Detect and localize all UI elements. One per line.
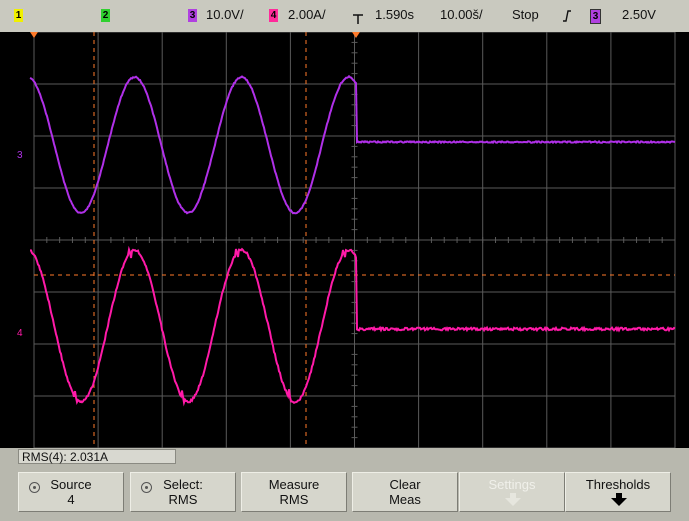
status-bar: 1 2 3 10.0V/ 4 2.00A/ 1.590s 10.00š/ Sto… [0, 0, 689, 32]
softkey-label: Clear [353, 478, 457, 492]
channel-3-indicator[interactable]: 3 [188, 9, 197, 22]
trigger-position-marker [352, 32, 360, 38]
channel-1-indicator[interactable]: 1 [14, 9, 23, 22]
down-arrow-icon [505, 498, 521, 506]
trigger-source-number: 3 [591, 10, 600, 23]
softkey-value: 4 [19, 493, 123, 507]
measure-rms-softkey[interactable]: Measure RMS [241, 472, 347, 512]
source-softkey[interactable]: Source 4 [18, 472, 124, 512]
softkey-bar: Source 4 Select: RMS Measure RMS Clear M… [0, 466, 689, 521]
channel-1-number: 1 [14, 9, 23, 22]
select-softkey[interactable]: Select: RMS [130, 472, 236, 512]
softkey-value: RMS [242, 493, 346, 507]
softkey-value: RMS [131, 493, 235, 507]
measurement-readout: RMS(4): 2.031A [18, 449, 176, 464]
softkey-label: Source [19, 478, 123, 492]
grid-lines [34, 32, 675, 448]
channel-3-number: 3 [188, 9, 197, 22]
clear-meas-softkey[interactable]: Clear Meas [352, 472, 458, 512]
trigger-level: 2.50V [622, 7, 656, 22]
softkey-label: Select: [131, 478, 235, 492]
channel-3-trace [30, 76, 675, 213]
channel-2-number: 2 [101, 9, 110, 22]
rising-edge-icon [562, 9, 572, 23]
channel-3-ground-marker: 3 [17, 150, 23, 161]
channel-3-scale: 10.0V/ [206, 7, 244, 22]
trigger-delay-icon [352, 12, 364, 26]
measurement-bar: RMS(4): 2.031A [0, 448, 689, 466]
channel-4-scale: 2.00A/ [288, 7, 326, 22]
channel-2-indicator[interactable]: 2 [101, 9, 110, 22]
thresholds-softkey[interactable]: Thresholds [565, 472, 671, 512]
trigger-delay: 1.590s [375, 7, 414, 22]
down-arrow-icon [611, 498, 627, 506]
channel-4-number: 4 [269, 9, 278, 22]
time-scale: 10.00š/ [440, 7, 483, 22]
channel-4-trace [30, 249, 675, 403]
settings-softkey[interactable]: Settings [459, 472, 565, 512]
waveform-display[interactable]: 3 4 [0, 32, 689, 448]
trigger-source-indicator[interactable]: 3 [590, 9, 601, 24]
softkey-value: Meas [353, 493, 457, 507]
channel-4-indicator[interactable]: 4 [269, 9, 278, 22]
horizontal-reference-marker [30, 32, 38, 38]
graticule: 3 4 [0, 32, 689, 448]
channel-4-ground-marker: 4 [17, 328, 23, 339]
softkey-label: Measure [242, 478, 346, 492]
run-state: Stop [512, 7, 539, 22]
softkey-label: Thresholds [566, 478, 670, 492]
softkey-label: Settings [460, 478, 564, 492]
